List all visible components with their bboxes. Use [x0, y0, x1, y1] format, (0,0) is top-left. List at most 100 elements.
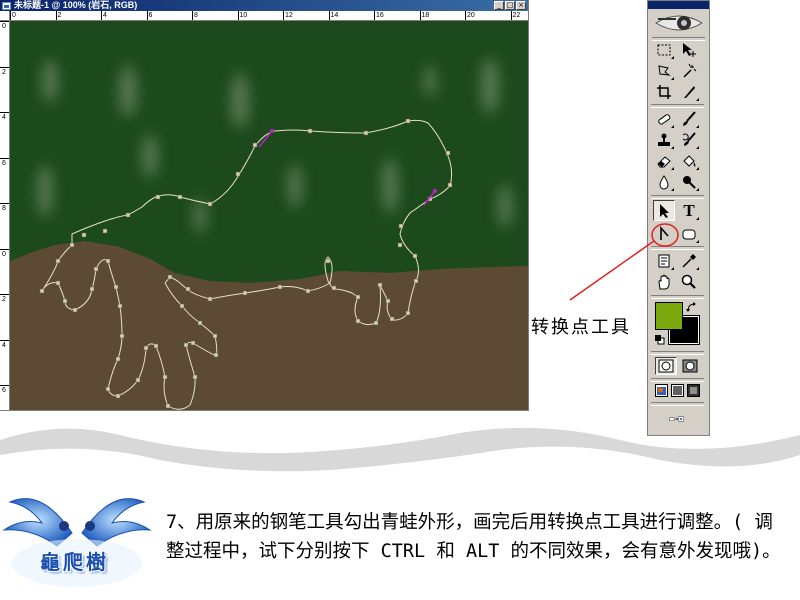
ruler-tick-label: 0: [2, 250, 6, 258]
marquee-icon: [657, 44, 671, 55]
paint-bucket-tool[interactable]: [678, 150, 700, 171]
ruler-tick: [328, 11, 330, 20]
magic-wand-tool[interactable]: [678, 60, 700, 81]
stamp-icon: [658, 133, 670, 146]
ruler-tick-label: 8: [194, 12, 198, 19]
rectangular-marquee-tool[interactable]: [653, 39, 675, 60]
ruler-tick-label: 6: [2, 387, 6, 394]
magic-wand-icon: [683, 63, 697, 78]
dodge-tool[interactable]: [678, 171, 700, 192]
history-brush-tool[interactable]: [678, 129, 700, 150]
ruler-tick: [0, 294, 9, 295]
document-icon: [2, 1, 11, 10]
document-window: 未标题-1 @ 100% (岩石, RGB) _ □ × 0 2 4 6 8 10 12 14…: [0, 0, 529, 411]
palette-divider: [651, 378, 704, 382]
ruler-tick: [237, 11, 239, 20]
eraser-tool[interactable]: [653, 150, 675, 171]
ruler-tick: [0, 385, 9, 386]
ruler-tick-label: 2: [57, 12, 62, 19]
standard-mode-icon: [658, 359, 674, 373]
vertical-ruler[interactable]: 0 2 4 6 8 0 2 4 6: [0, 21, 10, 410]
paint-bucket-icon: [683, 154, 696, 167]
eraser-icon: [657, 155, 671, 167]
ruler-tick-label: 18: [421, 12, 430, 19]
ruler-tick: [55, 11, 57, 20]
ruler-tick: [465, 11, 466, 20]
type-tool[interactable]: T: [678, 200, 700, 221]
ruler-tick: [192, 11, 193, 20]
ruler-tick-label: 22: [512, 12, 521, 19]
slice-tool[interactable]: [678, 81, 700, 102]
ruler-origin[interactable]: [0, 11, 10, 21]
window-controls: _ □ ×: [494, 0, 526, 10]
ruler-tick-label: 8: [2, 205, 6, 212]
brand-name: 龜爬樹: [40, 550, 109, 574]
lasso-tool[interactable]: [653, 60, 675, 81]
minimize-button[interactable]: _: [494, 1, 504, 10]
ruler-tick: [374, 11, 375, 20]
dodge-icon: [683, 175, 696, 189]
blur-tool[interactable]: [653, 171, 675, 192]
default-colors-icon[interactable]: [655, 335, 665, 345]
slice-knife-icon: [684, 85, 695, 98]
annotation-callout: [569, 223, 679, 301]
adobe-eye-logo[interactable]: [650, 10, 707, 36]
document-canvas[interactable]: [10, 21, 528, 410]
arrow-cursor-icon: [660, 203, 669, 218]
ruler-tick: [101, 11, 102, 20]
document-title: 未标题-1 @ 100% (岩石, RGB): [14, 0, 138, 10]
clone-stamp-tool[interactable]: [653, 129, 675, 150]
brush-icon: [683, 110, 696, 126]
type-t-icon: T: [683, 201, 695, 220]
ruler-tick-label: 0: [2, 23, 6, 30]
ruler-tick-label: 6: [2, 159, 6, 167]
water-drop-icon: [659, 174, 669, 189]
standard-screen-mode-icon[interactable]: [655, 384, 668, 397]
bandage-icon: [658, 113, 671, 125]
ruler-tick: [0, 66, 9, 68]
move-tool[interactable]: [678, 39, 700, 60]
ruler-tick-label: 4: [2, 341, 6, 349]
path-selection-tool[interactable]: [653, 200, 675, 221]
maximize-button[interactable]: □: [505, 1, 515, 10]
healing-brush-tool[interactable]: [653, 108, 675, 129]
brush-tool[interactable]: [678, 108, 700, 129]
crop-icon: [657, 84, 671, 99]
ruler-tick: [283, 11, 284, 20]
ruler-tick: [0, 157, 9, 159]
ruler-tick: [146, 11, 148, 20]
move-icon: [683, 42, 696, 57]
ruler-tick: [0, 248, 9, 250]
ruler-tick: [510, 11, 512, 20]
ruler-tick-label: 2: [2, 68, 6, 76]
ruler-tick-label: 0: [12, 12, 16, 19]
document-title-bar[interactable]: 未标题-1 @ 100% (岩石, RGB) _ □ ×: [0, 0, 528, 11]
swap-colors-icon[interactable]: [686, 302, 698, 314]
close-button[interactable]: ×: [516, 1, 526, 10]
ruler-tick: [0, 203, 9, 204]
full-screen-mode-icon[interactable]: [687, 384, 700, 397]
crop-tool[interactable]: [653, 81, 675, 102]
turtle-logo: [2, 498, 152, 587]
ruler-tick: [0, 339, 9, 341]
ruler-tick-label: 14: [330, 12, 339, 19]
ruler-tick-label: 6: [148, 12, 153, 19]
standard-mode-button[interactable]: [655, 357, 677, 375]
ruler-tick-label: 4: [2, 114, 6, 121]
ruler-tick: [419, 11, 421, 20]
horizontal-ruler[interactable]: 0 2 4 6 8 10 12 14 16 18 20 22: [10, 11, 528, 21]
ruler-tick-label: 4: [103, 12, 107, 19]
foreground-color-swatch[interactable]: [655, 302, 683, 330]
history-brush-icon: [682, 131, 696, 146]
ruler-tick-label: 10: [239, 12, 248, 19]
palette-divider: [651, 402, 704, 406]
palette-divider: [651, 351, 704, 355]
quick-mask-icon: [682, 359, 698, 373]
quick-mask-mode-button[interactable]: [679, 357, 701, 375]
tools-palette-title-bar[interactable]: [648, 1, 709, 9]
full-screen-menu-mode-icon[interactable]: [671, 384, 684, 397]
ruler-tick: [10, 11, 11, 20]
ruler-tick: [0, 112, 9, 113]
ruler-tick-label: 20: [467, 12, 475, 19]
ruler-tick: [0, 21, 9, 22]
